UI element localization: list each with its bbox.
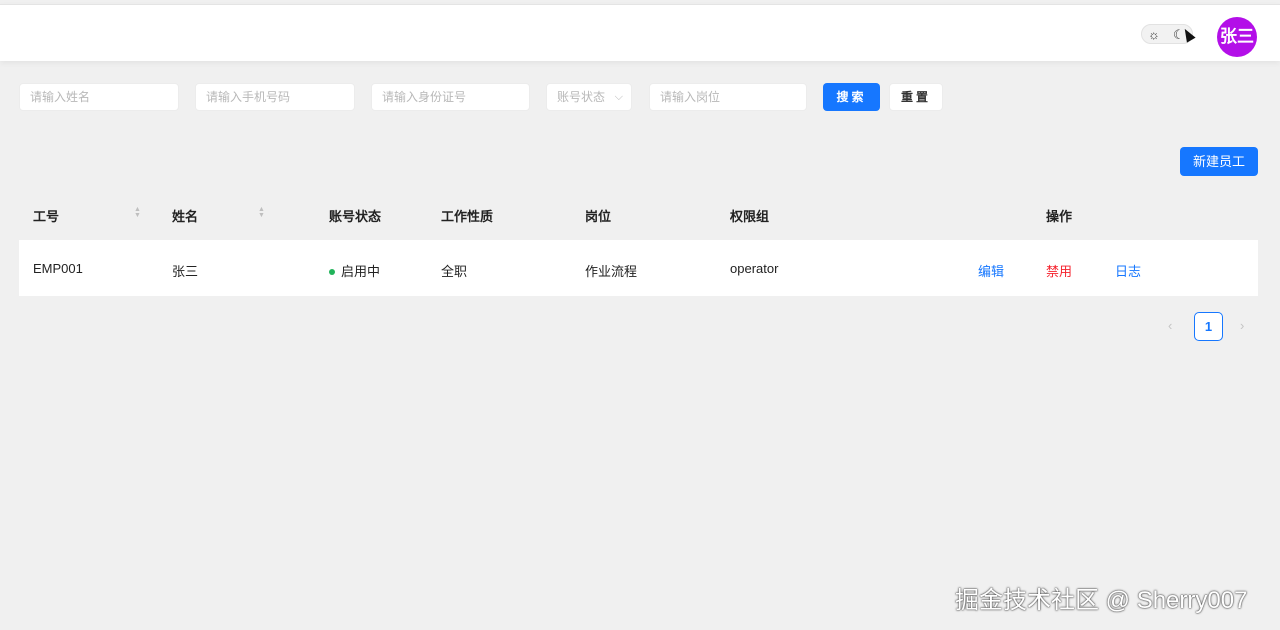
position-input[interactable] bbox=[649, 83, 807, 111]
new-employee-button[interactable]: 新建员工 bbox=[1180, 147, 1258, 176]
position-cell: 作业流程 bbox=[585, 264, 638, 279]
column-header-actions: 操作 bbox=[1046, 209, 1073, 224]
sort-icon[interactable]: ▲ ▼ bbox=[258, 206, 265, 219]
status-dot bbox=[329, 268, 335, 275]
reset-button[interactable]: 重置 bbox=[889, 83, 943, 111]
edit-link[interactable]: 编辑 bbox=[978, 261, 1004, 280]
status-text: 启用中 bbox=[341, 264, 381, 279]
id-number-input[interactable] bbox=[371, 83, 530, 111]
status-cell: 启用中 bbox=[329, 261, 380, 280]
account-status-placeholder: 账号状态 bbox=[557, 90, 606, 104]
name-input[interactable] bbox=[19, 83, 179, 111]
column-header-status: 账号状态 bbox=[329, 209, 382, 224]
sun-icon[interactable]: ☼ bbox=[1148, 26, 1160, 43]
column-header-position: 岗位 bbox=[585, 209, 612, 224]
employee-name-cell: 张三 bbox=[172, 264, 199, 279]
table-row bbox=[19, 240, 1258, 296]
chevron-right-icon[interactable]: › bbox=[1240, 318, 1244, 333]
page-1-button[interactable]: 1 bbox=[1194, 312, 1223, 341]
account-status-select[interactable]: 账号状态 ⌵ bbox=[546, 83, 632, 111]
column-header-permission-group: 权限组 bbox=[730, 209, 770, 224]
disable-link[interactable]: 禁用 bbox=[1046, 261, 1072, 280]
chevron-left-icon[interactable]: ‹ bbox=[1168, 318, 1172, 333]
sort-icon[interactable]: ▲ ▼ bbox=[134, 206, 141, 219]
employee-id-cell: EMP001 bbox=[33, 261, 83, 276]
top-bar: ☼ ☾ 张三 bbox=[0, 4, 1280, 61]
chevron-down-icon: ⌵ bbox=[614, 91, 623, 103]
log-link[interactable]: 日志 bbox=[1115, 261, 1141, 280]
avatar[interactable]: 张三 bbox=[1217, 17, 1257, 57]
column-header-work-type: 工作性质 bbox=[441, 209, 494, 224]
phone-input[interactable] bbox=[195, 83, 355, 111]
column-header-id[interactable]: 工号 bbox=[33, 206, 59, 225]
watermark: 掘金技术社区 @ Sherry007 bbox=[955, 587, 1248, 614]
search-button[interactable]: 搜索 bbox=[823, 83, 880, 111]
work-type-cell: 全职 bbox=[441, 264, 468, 279]
column-header-name[interactable]: 姓名 bbox=[172, 206, 198, 225]
permission-group-cell: operator bbox=[730, 261, 779, 276]
